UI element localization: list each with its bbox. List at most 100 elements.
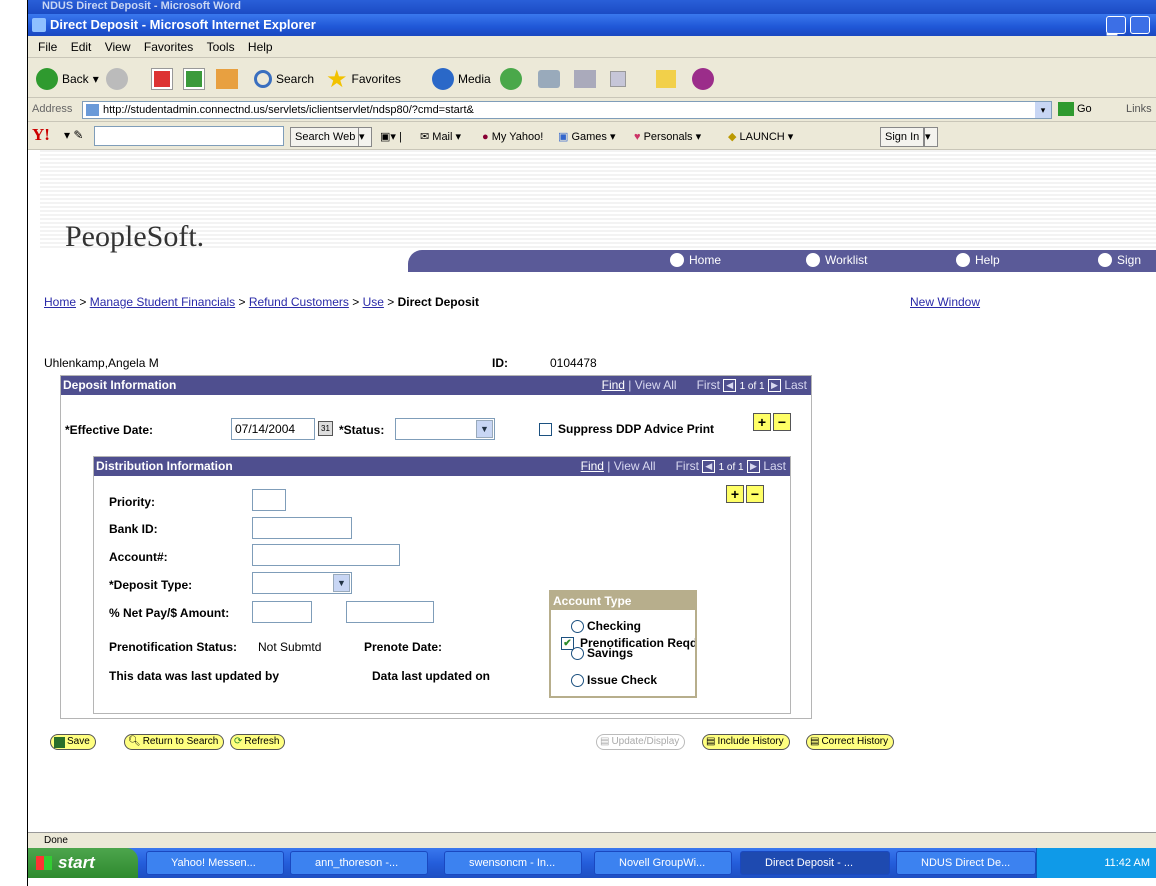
include-history-button[interactable]: ▤ Include History (702, 734, 790, 750)
menu-file[interactable]: File (38, 40, 57, 54)
suppress-ddp-checkbox[interactable]: Suppress DDP Advice Print (539, 422, 714, 436)
games-button[interactable]: ▣ Games ▾ (558, 127, 616, 147)
messenger-button[interactable] (692, 66, 714, 92)
sign-in-button[interactable]: Sign In (880, 127, 925, 147)
word-window-titlebar[interactable]: NDUS Direct Deposit - Microsoft Word (28, 0, 1156, 14)
status-select[interactable]: ▼ (395, 418, 495, 440)
distribution-last-link[interactable]: Last (763, 459, 786, 473)
priority-field[interactable] (252, 489, 286, 511)
distribution-next-icon[interactable]: ▶ (746, 460, 760, 474)
start-button[interactable]: start (28, 848, 138, 878)
media-button[interactable]: Media (432, 66, 491, 92)
history-button[interactable] (500, 66, 522, 92)
task-direct-deposit[interactable]: Direct Deposit - ... (740, 851, 890, 875)
menu-tools[interactable]: Tools (207, 40, 235, 54)
my-yahoo-button[interactable]: ● My Yahoo! (482, 127, 543, 147)
radio-icon[interactable] (571, 673, 584, 687)
menu-edit[interactable]: Edit (71, 40, 92, 54)
ie-titlebar[interactable]: Direct Deposit - Microsoft Internet Expl… (28, 14, 1156, 36)
breadcrumb-use[interactable]: Use (363, 295, 384, 309)
address-input[interactable]: http://studentadmin.connectnd.us/servlet… (82, 101, 1052, 119)
radio-icon[interactable] (571, 619, 584, 633)
home-browser-button[interactable] (216, 66, 238, 92)
nav-help[interactable]: Help (956, 253, 1000, 267)
personals-button[interactable]: ♥ Personals ▾ (634, 127, 701, 147)
deposit-last-link[interactable]: Last (784, 378, 807, 392)
go-button[interactable]: Go (1058, 102, 1092, 116)
deposit-prev-icon[interactable]: ◀ (723, 379, 737, 393)
refresh-browser-button[interactable] (183, 66, 205, 92)
breadcrumb-manage-student-financials[interactable]: Manage Student Financials (90, 295, 235, 309)
menu-help[interactable]: Help (248, 40, 273, 54)
distribution-view-all-link[interactable]: View All (614, 459, 656, 473)
stop-button[interactable] (151, 66, 173, 92)
back-button[interactable]: Back ▾ (36, 66, 99, 92)
task-swensoncm[interactable]: swensoncm - In... (444, 851, 582, 875)
links-label[interactable]: Links (1126, 103, 1152, 115)
forward-button[interactable] (106, 66, 128, 92)
return-to-search-button[interactable]: 🔍︎ Return to Search (124, 734, 225, 750)
mail-button[interactable] (538, 66, 560, 92)
deposit-find-link[interactable]: Find (602, 378, 625, 392)
status-dropdown-icon[interactable]: ▼ (476, 420, 493, 438)
task-yahoo-messenger[interactable]: Yahoo! Messen... (146, 851, 284, 875)
sign-in-dropdown[interactable]: ▾ (924, 127, 938, 147)
distribution-first-link[interactable]: First (676, 459, 699, 473)
nav-sign-out[interactable]: Sign (1098, 253, 1141, 267)
deposit-view-all-link[interactable]: View All (635, 378, 677, 392)
breadcrumb-refund-customers[interactable]: Refund Customers (249, 295, 349, 309)
yahoo-mail-button[interactable]: ✉ Mail ▾ (420, 127, 461, 147)
yahoo-pencil-icon[interactable]: ▾ ✎ (64, 128, 83, 142)
effective-date-field[interactable]: 07/14/2004 (231, 418, 315, 440)
search-web-button[interactable]: Search Web (290, 127, 361, 147)
deposit-type-select[interactable]: ▼ (252, 572, 352, 594)
account-number-field[interactable] (252, 544, 400, 566)
task-ann-thoreson[interactable]: ann_thoreson -... (290, 851, 428, 875)
print-button[interactable] (574, 66, 596, 92)
yahoo-search-input[interactable] (94, 126, 284, 146)
favorites-button[interactable]: ★ Favorites (326, 66, 401, 93)
deposit-next-icon[interactable]: ▶ (767, 379, 781, 393)
deposit-add-row-button[interactable]: + (753, 413, 771, 431)
address-dropdown[interactable]: ▾ (1035, 102, 1051, 118)
distribution-prev-icon[interactable]: ◀ (702, 460, 716, 474)
calendar-icon[interactable]: 31 (318, 421, 333, 436)
distribution-find-link[interactable]: Find (581, 459, 604, 473)
breadcrumb-home[interactable]: Home (44, 295, 76, 309)
new-window-link[interactable]: New Window (910, 295, 980, 309)
highlight-button[interactable]: ▣▾ | (380, 127, 402, 147)
menu-favorites[interactable]: Favorites (144, 40, 193, 54)
yahoo-logo-icon[interactable]: Y! (32, 125, 50, 145)
nav-worklist[interactable]: Worklist (806, 253, 867, 267)
launch-button[interactable]: ◆ LAUNCH ▾ (728, 127, 793, 147)
task-ndus-direct-deposit[interactable]: NDUS Direct De... (896, 851, 1036, 875)
refresh-button[interactable]: ⟳ Refresh (230, 734, 286, 750)
minimize-button[interactable]: ▁ (1106, 16, 1126, 35)
bank-id-field[interactable] (252, 517, 352, 539)
radio-icon[interactable] (571, 646, 584, 660)
deposit-delete-row-button[interactable]: − (773, 413, 791, 431)
deposit-first-link[interactable]: First (697, 378, 720, 392)
clock[interactable]: 11:42 AM (1104, 857, 1150, 869)
distribution-add-row-button[interactable]: + (726, 485, 744, 503)
radio-issue-check[interactable]: Issue Check (571, 673, 657, 687)
radio-checking[interactable]: Checking (571, 619, 641, 633)
nav-home[interactable]: Home (670, 253, 721, 267)
maximize-button[interactable] (1130, 16, 1150, 34)
search-button[interactable]: Search (254, 66, 314, 92)
net-pay-amount-field[interactable] (346, 601, 434, 623)
save-icon (54, 736, 65, 748)
menu-view[interactable]: View (105, 40, 131, 54)
save-button[interactable]: Save (50, 734, 96, 750)
task-novell-groupwise[interactable]: Novell GroupWi... (594, 851, 732, 875)
net-pay-percent-field[interactable] (252, 601, 312, 623)
radio-savings[interactable]: Savings (571, 646, 633, 660)
word-edit-button[interactable] (610, 66, 626, 92)
suppress-ddp-box[interactable] (539, 422, 552, 436)
update-display-button[interactable]: ▤ Update/Display (596, 734, 686, 750)
search-web-dropdown[interactable]: ▾ (358, 127, 372, 147)
discuss-button[interactable] (656, 66, 676, 92)
deposit-type-dropdown-icon[interactable]: ▼ (333, 574, 350, 592)
distribution-delete-row-button[interactable]: − (746, 485, 764, 503)
correct-history-button[interactable]: ▤ Correct History (806, 734, 895, 750)
